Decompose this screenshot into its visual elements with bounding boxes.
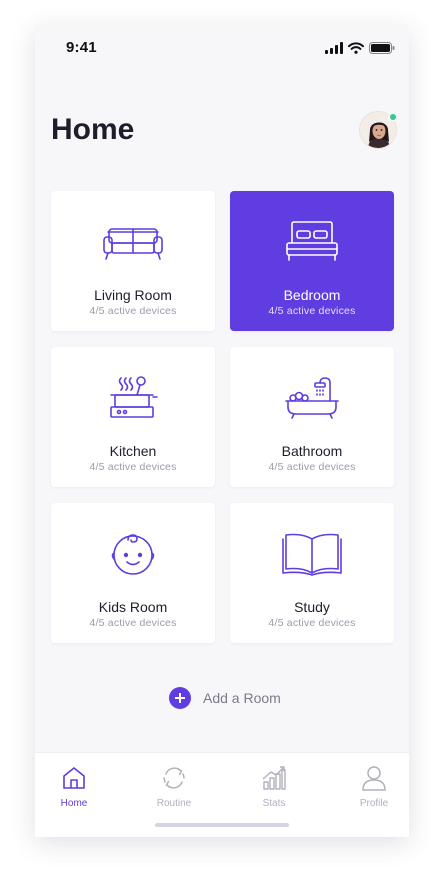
open-book-icon [280, 531, 344, 577]
room-status: 4/5 active devices [89, 461, 177, 473]
house-icon [63, 767, 85, 789]
room-name: Kitchen [109, 443, 157, 459]
room-status: 4/5 active devices [89, 305, 177, 317]
bed-icon [280, 219, 344, 265]
signal-icon [325, 41, 343, 59]
room-card-study[interactable]: Study 4/5 active devices [230, 503, 394, 643]
room-name: Study [294, 599, 330, 615]
battery-icon [369, 41, 395, 59]
avatar-button[interactable] [359, 111, 398, 149]
bathtub-icon [280, 375, 344, 421]
online-status-dot [388, 112, 398, 122]
room-status: 4/5 active devices [268, 461, 356, 473]
room-card-bedroom[interactable]: Bedroom 4/5 active devices [230, 191, 394, 331]
status-time: 9:41 [66, 39, 97, 56]
room-name: Kids Room [98, 599, 168, 615]
tab-label: Stats [262, 798, 286, 809]
room-card-kitchen[interactable]: Kitchen 4/5 active devices [51, 347, 215, 487]
tab-stats[interactable]: Stats [244, 765, 304, 809]
room-status: 4/5 active devices [89, 617, 177, 629]
cooking-pot-icon [101, 375, 165, 421]
room-name: Bedroom [283, 287, 341, 303]
add-room-button[interactable]: Add a Room [169, 687, 281, 709]
baby-face-icon [101, 531, 165, 577]
add-room-label[interactable]: Add a Room [203, 690, 281, 706]
home-indicator [155, 823, 289, 827]
phone-screen: 9:41 Home Living Room 4/5 active devices… [35, 25, 409, 837]
tab-home[interactable]: Home [44, 765, 104, 809]
person-icon [362, 766, 386, 791]
status-icons [325, 41, 395, 59]
bar-chart-icon [262, 766, 286, 790]
room-card-bathroom[interactable]: Bathroom 4/5 active devices [230, 347, 394, 487]
sofa-icon [101, 219, 165, 265]
tab-label: Home [60, 798, 88, 809]
room-status: 4/5 active devices [268, 305, 356, 317]
room-card-kids-room[interactable]: Kids Room 4/5 active devices [51, 503, 215, 643]
tab-profile[interactable]: Profile [344, 765, 404, 809]
tab-label: Profile [359, 798, 389, 809]
room-name: Living Room [94, 287, 172, 303]
refresh-icon [163, 767, 185, 789]
room-name: Bathroom [281, 443, 343, 459]
page-title: Home [51, 113, 135, 146]
room-card-living-room[interactable]: Living Room 4/5 active devices [51, 191, 215, 331]
tab-label: Routine [156, 798, 192, 809]
room-status: 4/5 active devices [268, 617, 356, 629]
plus-circle-icon[interactable] [169, 687, 191, 709]
wifi-icon [348, 41, 364, 59]
status-bar: 9:41 [35, 25, 409, 69]
tab-routine[interactable]: Routine [144, 765, 204, 809]
